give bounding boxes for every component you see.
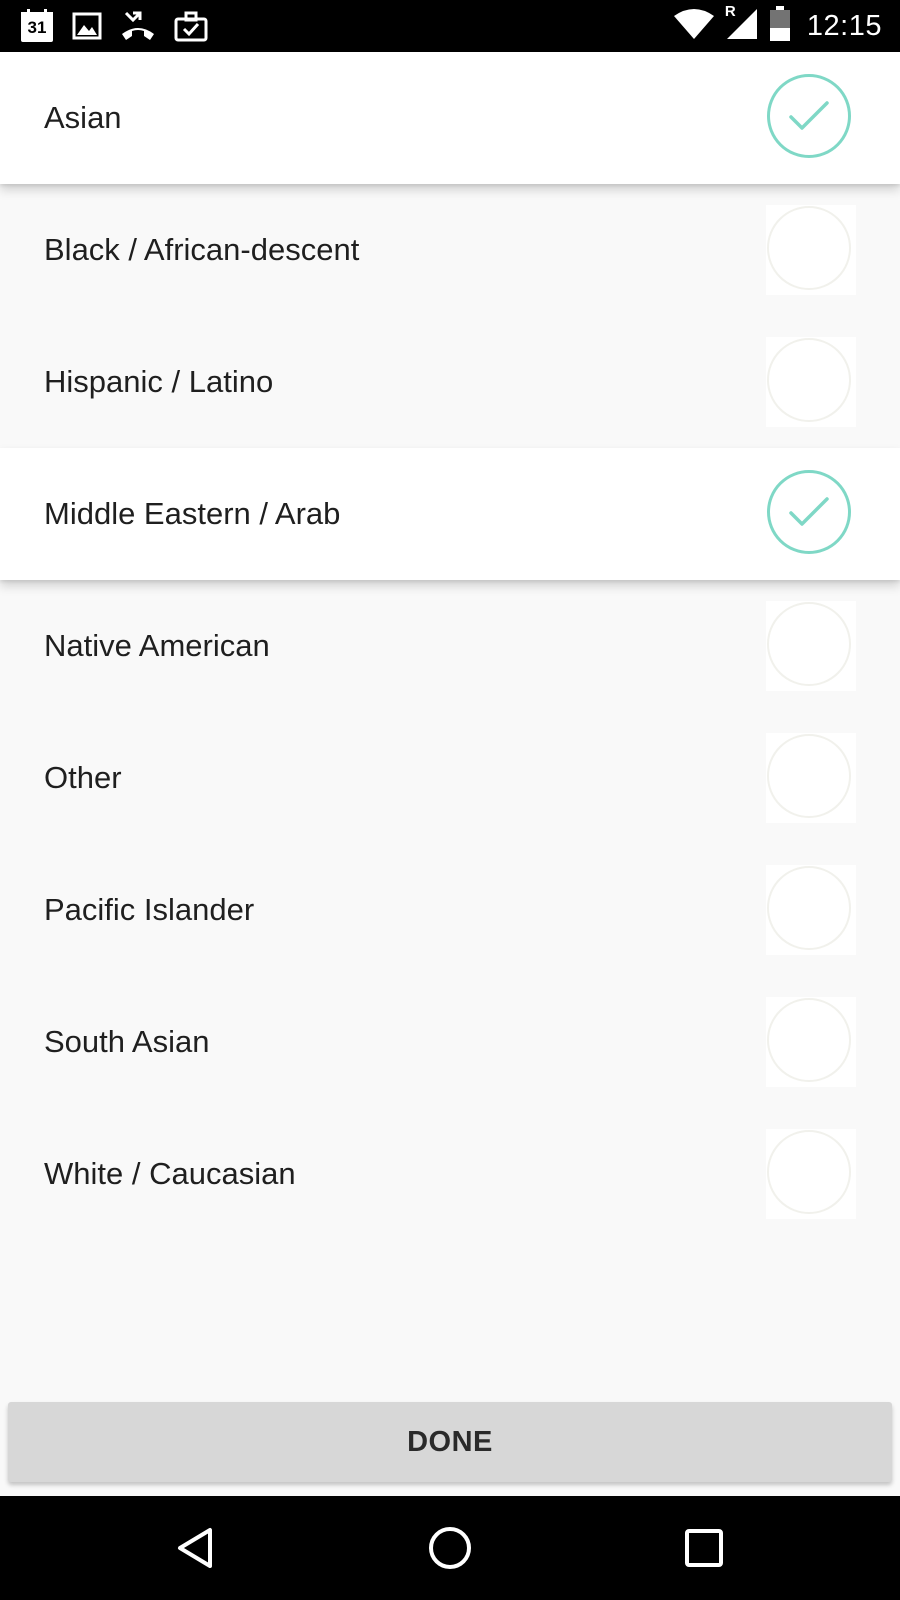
unchecked-checkbox[interactable] [766,733,856,823]
option-label: Middle Eastern / Arab [44,496,341,531]
done-button[interactable]: DONE [8,1402,892,1482]
missed-call-icon [120,10,156,42]
unchecked-checkbox[interactable] [766,997,856,1087]
checkbox-circle-icon [767,866,851,950]
option-label: Asian [44,100,122,135]
clock-time: 12:15 [806,9,882,42]
option-row[interactable]: Middle Eastern / Arab [0,448,900,580]
recents-button[interactable] [674,1518,734,1578]
option-row[interactable]: Asian [0,52,900,184]
briefcase-icon [174,10,208,42]
option-label: Pacific Islander [44,892,255,927]
roaming-indicator: R [724,2,736,20]
unchecked-checkbox[interactable] [766,601,856,691]
ethnicity-selection-screen: 31 R 12:15 Asian Black / African-descent… [0,0,900,1600]
gallery-icon [72,11,102,41]
unchecked-checkbox[interactable] [766,865,856,955]
checkbox-circle-icon [767,1130,851,1214]
option-label: White / Caucasian [44,1156,296,1191]
back-button[interactable] [166,1518,226,1578]
back-icon [178,1528,212,1568]
checkmark-icon [789,101,829,130]
checked-checkbox[interactable] [766,469,856,559]
option-row[interactable]: Black / African-descent [0,184,900,316]
unchecked-checkbox[interactable] [766,1129,856,1219]
option-row[interactable]: Hispanic / Latino [0,316,900,448]
checkbox-circle-icon [767,734,851,818]
system-indicators: R 12:15 [673,3,882,47]
status-bar: 31 R 12:15 [0,0,900,52]
option-label: Hispanic / Latino [44,364,274,399]
home-button[interactable] [420,1518,480,1578]
notification-icons: 31 [20,8,208,44]
wifi-icon [673,8,715,45]
unchecked-checkbox[interactable] [766,205,856,295]
option-label: South Asian [44,1024,210,1059]
calendar-day-number: 31 [27,18,47,37]
checkbox-circle-icon [767,998,851,1082]
recents-icon [685,1529,723,1567]
option-row[interactable]: White / Caucasian [0,1108,900,1240]
ethnicity-options-list: Asian Black / African-descent Hispanic / L… [0,52,900,1240]
signal-icon: R [725,3,759,46]
option-row[interactable]: Other [0,712,900,844]
calendar-icon: 31 [20,9,54,43]
option-label: Native American [44,628,270,663]
checkmark-icon [789,497,829,526]
checkbox-circle-icon [767,602,851,686]
home-icon [429,1527,471,1569]
option-label: Other [44,760,122,795]
option-row[interactable]: South Asian [0,976,900,1108]
option-row[interactable]: Pacific Islander [0,844,900,976]
done-button-container: DONE [8,1402,892,1482]
navigation-bar [0,1496,900,1600]
option-label: Black / African-descent [44,232,360,267]
unchecked-checkbox[interactable] [766,337,856,427]
checked-checkbox[interactable] [766,73,856,163]
battery-icon [769,5,791,47]
checkbox-circle-icon [767,206,851,290]
checkbox-circle-icon [767,338,851,422]
option-row[interactable]: Native American [0,580,900,712]
